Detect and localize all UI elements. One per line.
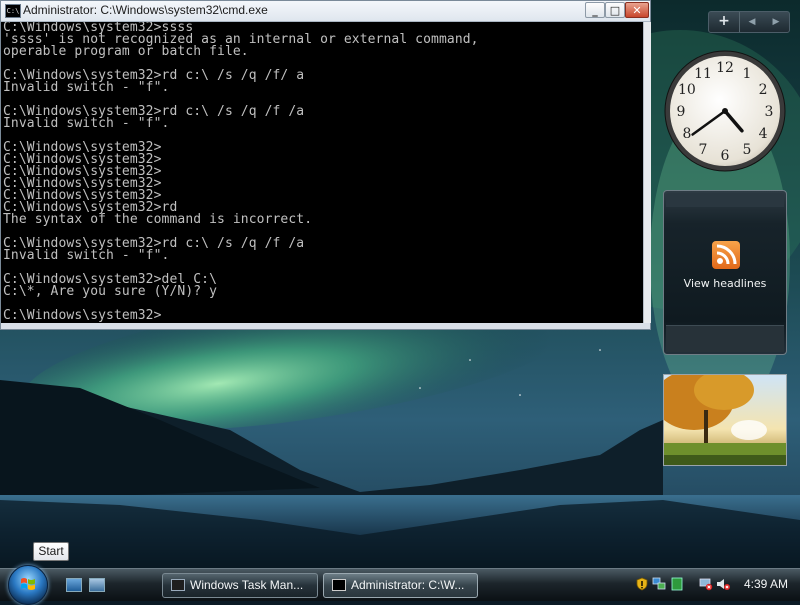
clock-number: 5 [743, 142, 752, 158]
windows-logo-icon [21, 578, 35, 590]
network-disconnected-icon[interactable] [699, 577, 713, 591]
taskbar-button-label: Windows Task Man... [190, 578, 304, 592]
feed-gadget-header [666, 193, 784, 207]
show-desktop-icon[interactable] [66, 578, 82, 592]
cmd-line: C:\*, Are you sure (Y/N)? y [3, 284, 218, 299]
next-page-button[interactable]: ▶ [764, 12, 788, 32]
volume-muted-icon[interactable] [716, 577, 730, 591]
cmd-line: Invalid switch - "f". [3, 116, 170, 131]
clock-number: 7 [699, 142, 708, 158]
close-button[interactable]: ✕ [625, 2, 649, 18]
clock-number: 4 [759, 126, 768, 142]
cmd-line: Invalid switch - "f". [3, 248, 170, 263]
feed-gadget-footer [666, 325, 784, 352]
cmd-output: C:\Windows\system32>ssss'ssss' is not re… [1, 22, 643, 322]
cmd-icon [332, 579, 346, 591]
switch-windows-icon[interactable] [89, 578, 105, 592]
clock-number: 1 [743, 66, 752, 82]
previous-page-button[interactable]: ◀ [740, 12, 764, 32]
green-status-icon[interactable] [670, 577, 684, 591]
maximize-button[interactable]: □ [605, 2, 625, 18]
feed-headlines-gadget[interactable]: View headlines [663, 190, 787, 355]
cmd-line: The syntax of the command is incorrect. [3, 212, 313, 227]
clock-number: 12 [716, 60, 734, 76]
minimize-button[interactable]: _ [585, 2, 605, 18]
taskbar: Windows Task Man... Administrator: C:\W.… [0, 565, 800, 605]
cmd-titlebar[interactable]: C:\ Administrator: C:\Windows\system32\c… [1, 1, 650, 22]
rss-icon[interactable] [712, 241, 740, 269]
clock-number: 10 [678, 82, 696, 98]
cmd-window-border [1, 323, 650, 329]
taskbar-button-cmd[interactable]: Administrator: C:\W... [323, 573, 478, 598]
cmd-window[interactable]: C:\ Administrator: C:\Windows\system32\c… [0, 0, 651, 330]
clock-number: 6 [721, 148, 730, 164]
cmd-console[interactable]: C:\Windows\system32>ssss'ssss' is not re… [1, 22, 643, 323]
add-gadget-button[interactable]: + [709, 12, 740, 32]
clock-number: 11 [694, 66, 712, 82]
clock-number: 2 [759, 82, 768, 98]
cmd-line: Invalid switch - "f". [3, 80, 170, 95]
slideshow-image [664, 375, 786, 465]
taskbar-button-label: Administrator: C:\W... [351, 578, 465, 592]
clock-number: 8 [682, 126, 691, 142]
cmd-line: C:\Windows\system32> [3, 308, 162, 323]
clock-number: 9 [677, 104, 686, 120]
cmd-scrollbar[interactable] [643, 22, 651, 323]
start-button[interactable] [8, 565, 48, 605]
clock-gadget[interactable]: 12 12 3 45678 9 1011 [663, 49, 787, 173]
clock-number: 3 [765, 104, 774, 120]
cmd-line: operable program or batch file. [3, 44, 249, 59]
taskbar-clock[interactable]: 4:39 AM [741, 577, 791, 591]
sidebar-controls: + ◀ ▶ [708, 11, 790, 33]
cmd-window-title: Administrator: C:\Windows\system32\cmd.e… [23, 3, 268, 17]
cmd-window-icon[interactable]: C:\ [5, 4, 21, 18]
view-headlines-label[interactable]: View headlines [664, 277, 786, 290]
slideshow-gadget[interactable] [663, 374, 787, 466]
network-icon[interactable] [652, 577, 666, 591]
start-tooltip: Start [33, 542, 69, 561]
taskbar-button-task-manager[interactable]: Windows Task Man... [162, 573, 318, 598]
task-manager-icon [171, 579, 185, 591]
security-shield-icon[interactable] [635, 577, 649, 591]
